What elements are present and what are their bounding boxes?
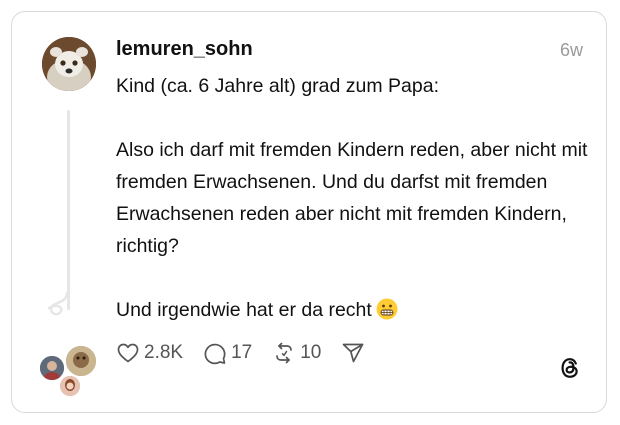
- post-line-gap: [116, 262, 591, 294]
- grimacing-face-icon: [376, 298, 398, 320]
- post-time[interactable]: 6w: [560, 40, 583, 61]
- replier-avatar: [58, 374, 82, 398]
- speech-bubble-icon: [204, 343, 226, 365]
- thread-line: [67, 110, 70, 310]
- action-bar: 2.8K 17 10: [116, 338, 389, 368]
- share-button[interactable]: [341, 341, 369, 365]
- repost-icon: [276, 342, 293, 364]
- like-button[interactable]: 2.8K: [116, 341, 183, 365]
- avatar[interactable]: [42, 37, 96, 91]
- send-icon: [343, 343, 364, 363]
- reply-count: 17: [231, 342, 253, 363]
- post-line: Also ich darf mit fremden Kindern reden,…: [116, 139, 588, 257]
- replier-avatar: [64, 344, 98, 378]
- replier-avatar-image: [40, 356, 64, 380]
- username[interactable]: lemuren_sohn: [116, 38, 253, 61]
- replier-avatars[interactable]: [38, 342, 100, 398]
- post-line: Kind (ca. 6 Jahre alt) grad zum Papa:: [116, 75, 439, 97]
- reply-button[interactable]: 17: [203, 341, 252, 365]
- repost-button[interactable]: 10: [272, 341, 321, 365]
- thread-curl-icon: [47, 292, 69, 316]
- heart-icon: [117, 343, 139, 363]
- replier-avatar-image: [60, 376, 80, 396]
- replier-avatar-image: [66, 346, 96, 376]
- like-count: 2.8K: [144, 342, 184, 363]
- post-line-gap: [116, 102, 591, 134]
- post-line-text: Und irgendwie hat er da recht: [116, 299, 372, 321]
- post-text: Kind (ca. 6 Jahre alt) grad zum Papa: Al…: [116, 70, 591, 326]
- threads-logo-icon[interactable]: [558, 355, 582, 381]
- repost-count: 10: [300, 342, 322, 363]
- post-line-last: Und irgendwie hat er da recht: [116, 294, 591, 326]
- lemur-avatar-image: [42, 37, 96, 91]
